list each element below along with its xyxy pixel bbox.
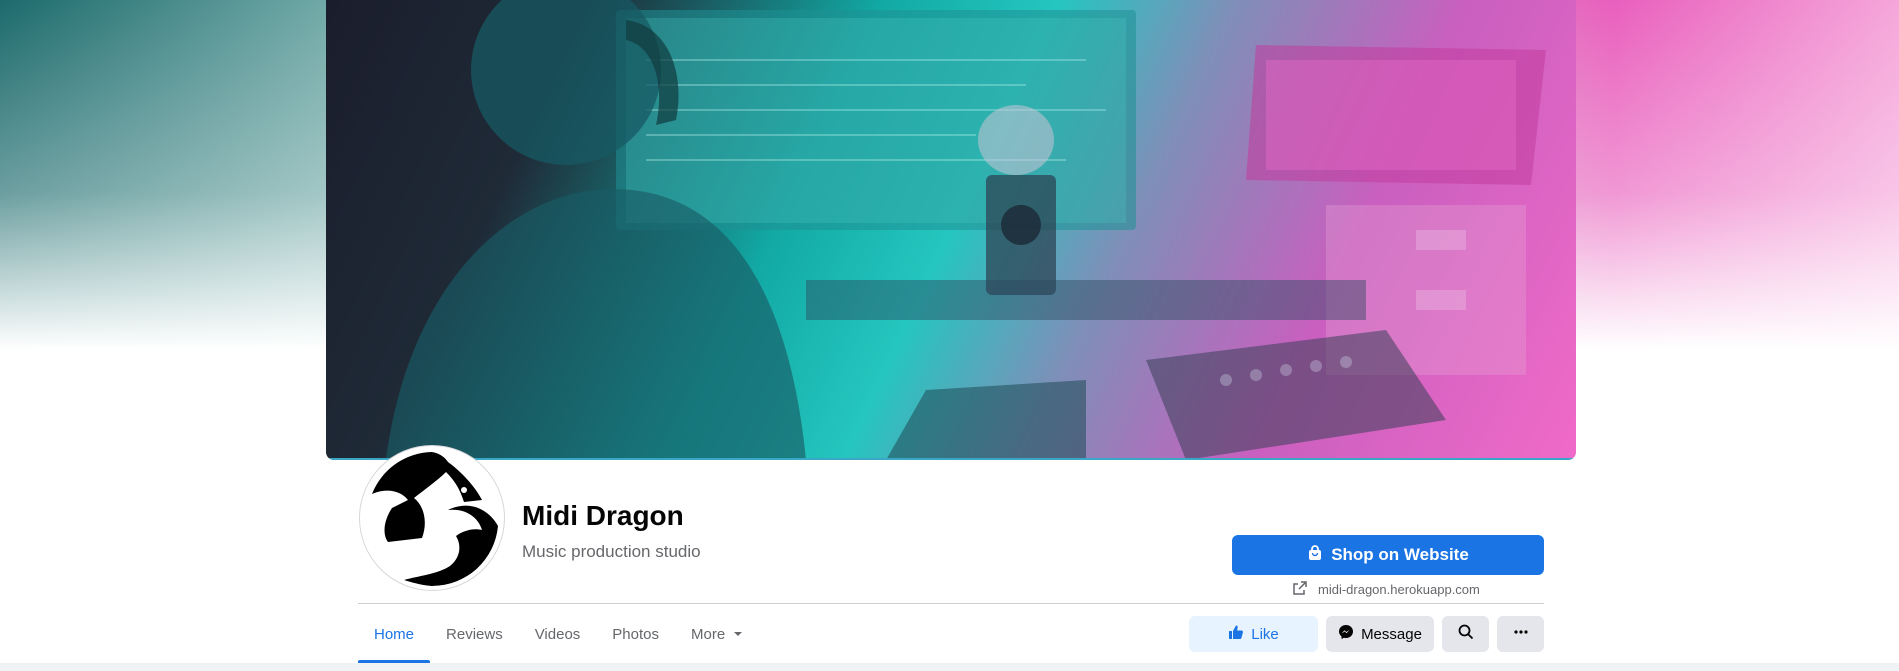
profile-avatar[interactable]: [360, 446, 504, 590]
ellipsis-icon: [1513, 624, 1529, 644]
page-tabs: Home Reviews Videos Photos More: [358, 605, 759, 663]
more-options-button[interactable]: [1497, 616, 1544, 652]
header-divider: [358, 603, 1544, 604]
page-actions: Like Message: [1189, 616, 1544, 652]
cover-photo[interactable]: [326, 0, 1576, 460]
tab-home-label: Home: [374, 625, 415, 643]
dragon-logo-icon: [364, 450, 500, 586]
tab-more-label: More: [691, 625, 726, 643]
tab-home[interactable]: Home: [358, 605, 431, 663]
search-button[interactable]: [1442, 616, 1489, 652]
message-button[interactable]: Message: [1326, 616, 1434, 652]
tab-reviews[interactable]: Reviews: [430, 605, 519, 663]
shop-button-label: Shop on Website: [1331, 545, 1469, 564]
caret-down-icon: [733, 626, 743, 643]
messenger-icon: [1338, 624, 1354, 644]
content-area-top: [0, 663, 1899, 671]
tab-reviews-label: Reviews: [446, 625, 503, 643]
tab-photos-label: Photos: [612, 625, 659, 643]
tab-photos[interactable]: Photos: [596, 605, 675, 663]
tab-videos-label: Videos: [534, 625, 581, 643]
external-link-icon: [1292, 580, 1308, 599]
message-label: Message: [1361, 625, 1422, 643]
tab-more[interactable]: More: [675, 605, 759, 663]
cover-photo-scene: [386, 0, 1546, 460]
page-category[interactable]: Music production studio: [522, 542, 701, 562]
page-title: Midi Dragon: [522, 500, 684, 531]
website-url[interactable]: midi-dragon.herokuapp.com: [1318, 582, 1480, 597]
search-icon: [1458, 624, 1474, 644]
website-link[interactable]: midi-dragon.herokuapp.com: [1292, 580, 1480, 599]
thumbs-up-icon: [1228, 624, 1244, 644]
shopping-bag-icon: [1307, 544, 1323, 566]
shop-on-website-button[interactable]: Shop on Website: [1232, 535, 1544, 575]
tab-videos[interactable]: Videos: [519, 605, 597, 663]
like-label: Like: [1251, 625, 1279, 643]
like-button[interactable]: Like: [1189, 616, 1318, 652]
